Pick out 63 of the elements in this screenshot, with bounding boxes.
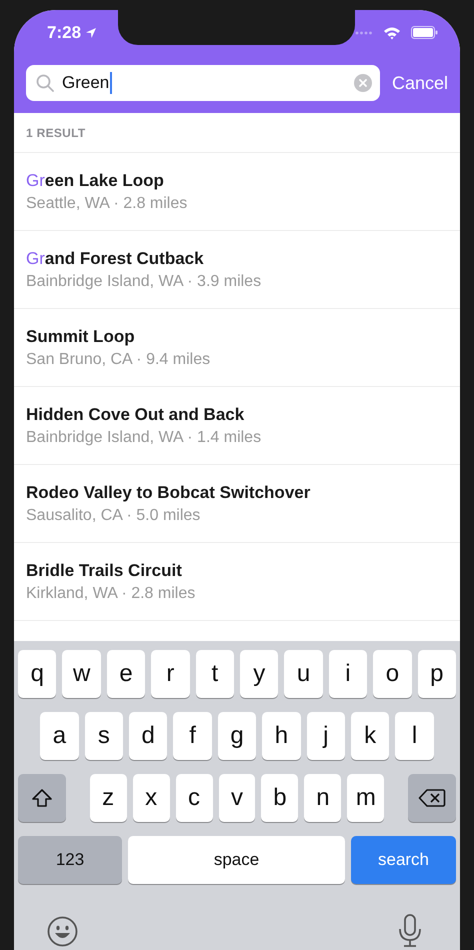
cancel-button[interactable]: Cancel bbox=[392, 72, 460, 94]
text-cursor bbox=[110, 72, 112, 94]
letter-key[interactable]: w bbox=[62, 650, 101, 698]
letter-key[interactable]: t bbox=[196, 650, 234, 698]
trail-title: Rodeo Valley to Bobcat Switchover bbox=[26, 482, 312, 502]
backspace-key[interactable] bbox=[408, 774, 456, 822]
location-arrow-icon bbox=[85, 26, 98, 38]
letter-key[interactable]: d bbox=[129, 712, 168, 760]
trail-title: Summit Loop bbox=[26, 326, 136, 346]
trail-title: Green Lake Loop bbox=[26, 170, 165, 190]
microphone-icon[interactable] bbox=[398, 914, 422, 948]
letter-key[interactable]: h bbox=[262, 712, 301, 760]
trail-title: Grand Forest Cutback bbox=[26, 248, 205, 268]
letter-key[interactable]: l bbox=[395, 712, 434, 760]
letter-key[interactable]: k bbox=[350, 712, 390, 760]
status-time: 7:28 bbox=[47, 22, 82, 42]
battery-icon bbox=[411, 26, 438, 39]
shift-key[interactable] bbox=[18, 774, 66, 822]
letter-key[interactable]: a bbox=[40, 712, 79, 760]
letter-key[interactable]: n bbox=[304, 774, 342, 822]
letter-key[interactable]: o bbox=[373, 650, 412, 698]
letter-key[interactable]: m bbox=[347, 774, 384, 822]
letter-key[interactable]: e bbox=[106, 650, 146, 698]
trail-details: San Bruno, CA · 9.4 miles bbox=[26, 350, 212, 368]
trail-details: Kirkland, WA · 2.8 miles bbox=[26, 584, 196, 602]
letter-key[interactable]: z bbox=[90, 774, 127, 822]
search-field[interactable]: Green bbox=[26, 65, 380, 101]
result-row[interactable]: Rodeo Valley to Bobcat Switchover Sausalito, CA · 5.0 miles bbox=[14, 465, 460, 543]
numbers-key[interactable]: 123 bbox=[18, 836, 122, 884]
result-row[interactable]: Grand Forest Cutback Bainbridge Island, WA · 3.9 miles bbox=[14, 231, 460, 309]
emoji-icon[interactable] bbox=[47, 916, 78, 946]
result-row[interactable]: Bridle Trails Circuit Kirkland, WA · 2.8 miles bbox=[14, 543, 460, 621]
letter-key[interactable]: f bbox=[173, 712, 212, 760]
search-key[interactable]: search bbox=[351, 836, 456, 884]
trail-title: Bridle Trails Circuit bbox=[26, 560, 183, 580]
wifi-icon bbox=[383, 26, 401, 40]
letter-key[interactable]: j bbox=[306, 712, 345, 760]
trail-details: Bainbridge Island, WA · 1.4 miles bbox=[26, 428, 262, 446]
letter-key[interactable]: q bbox=[18, 650, 56, 698]
space-key[interactable]: space bbox=[128, 836, 345, 884]
letter-key[interactable]: i bbox=[328, 650, 368, 698]
result-row[interactable]: Hidden Cove Out and Back Bainbridge Island, WA · 1.4 miles bbox=[14, 387, 460, 465]
result-row[interactable]: Green Lake Loop Seattle, WA · 2.8 miles bbox=[14, 153, 460, 231]
letter-key[interactable]: x bbox=[132, 774, 170, 822]
search-icon bbox=[36, 74, 54, 92]
trail-details: Seattle, WA · 2.8 miles bbox=[26, 194, 188, 212]
letter-key[interactable]: s bbox=[84, 712, 124, 760]
letter-key[interactable]: c bbox=[176, 774, 213, 822]
signal-icon bbox=[355, 30, 373, 34]
letter-key[interactable]: b bbox=[261, 774, 298, 822]
trail-details: Bainbridge Island, WA · 3.9 miles bbox=[26, 272, 262, 290]
results-count: 1 RESULT bbox=[26, 126, 86, 140]
letter-key[interactable]: y bbox=[240, 650, 278, 698]
backspace-icon bbox=[418, 788, 446, 808]
trail-title: Hidden Cove Out and Back bbox=[26, 404, 246, 424]
letter-key[interactable]: v bbox=[218, 774, 256, 822]
letter-key[interactable]: r bbox=[151, 650, 190, 698]
letter-key[interactable]: u bbox=[284, 650, 323, 698]
letter-key[interactable]: p bbox=[418, 650, 456, 698]
shift-icon bbox=[31, 788, 54, 808]
result-row[interactable]: Summit Loop San Bruno, CA · 9.4 miles bbox=[14, 309, 460, 387]
letter-key[interactable]: g bbox=[218, 712, 256, 760]
trail-details: Sausalito, CA · 5.0 miles bbox=[26, 506, 202, 524]
